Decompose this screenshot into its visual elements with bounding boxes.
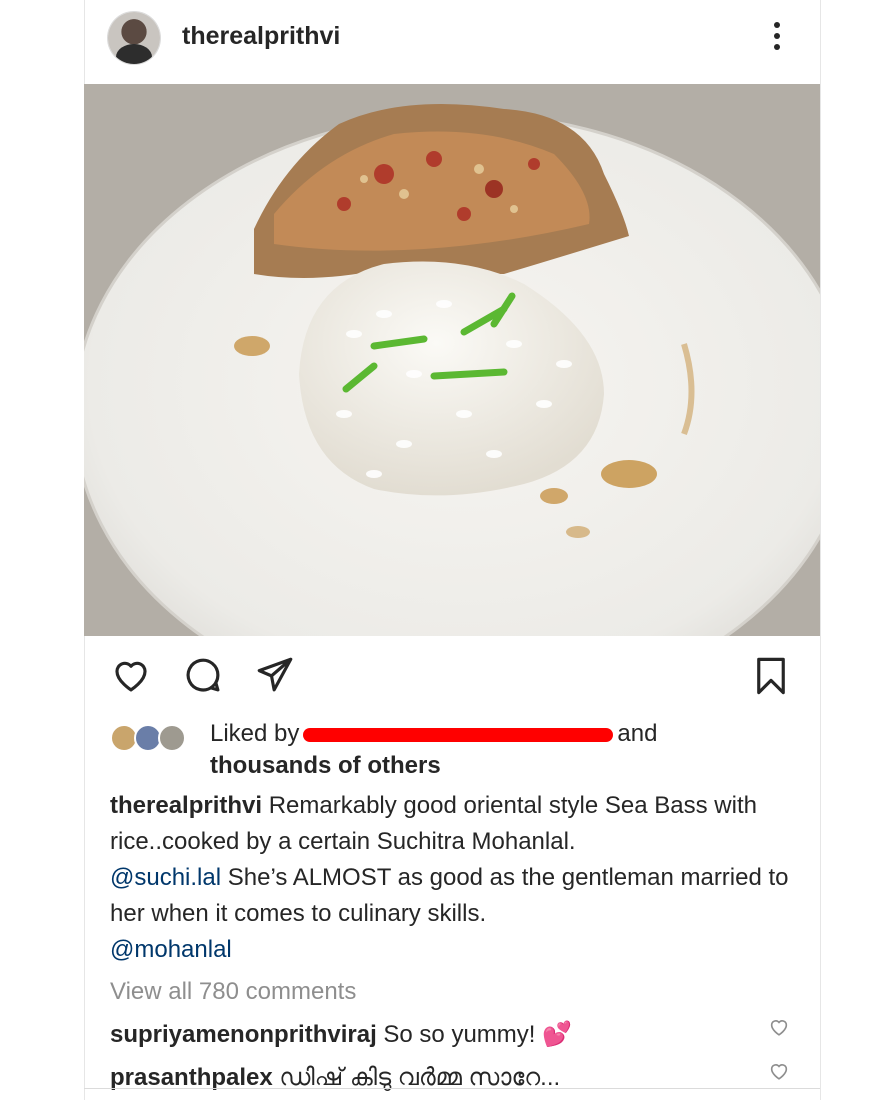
- likes-prefix: Liked by: [210, 720, 300, 747]
- send-icon[interactable]: [254, 654, 296, 701]
- mention-suchi-lal[interactable]: @suchi.lal: [110, 864, 221, 891]
- comment-text: So so yummy! 💕: [376, 1021, 572, 1048]
- liker-avatars[interactable]: [110, 724, 194, 752]
- heart-outline-icon[interactable]: [110, 654, 152, 701]
- post-caption: therealprithvi Remarkably good oriental …: [110, 788, 790, 968]
- bookmark-icon[interactable]: [750, 654, 792, 703]
- heart-outline-icon[interactable]: [768, 1060, 790, 1087]
- mention-mohanlal[interactable]: @mohanlal: [110, 936, 232, 963]
- likes-suffix: and: [617, 720, 658, 747]
- divider: [84, 1088, 820, 1089]
- view-all-comments-link[interactable]: View all 780 comments: [110, 978, 356, 1006]
- action-bar: [84, 646, 820, 706]
- comment-username[interactable]: supriyamenonprithviraj: [110, 1021, 377, 1048]
- avatar[interactable]: [108, 12, 160, 64]
- frame-right-edge: [820, 0, 821, 1100]
- post-header: therealprithvi: [84, 0, 820, 84]
- heart-outline-icon[interactable]: [768, 1016, 790, 1043]
- caption-username[interactable]: therealprithvi: [110, 792, 262, 819]
- post-username[interactable]: therealprithvi: [182, 22, 340, 51]
- comment-icon[interactable]: [182, 654, 224, 701]
- comment-item: supriyamenonprithviraj So so yummy! 💕: [110, 1020, 572, 1049]
- post-photo[interactable]: [84, 84, 820, 636]
- redacted-username: [303, 727, 614, 742]
- likes-others[interactable]: thousands of others: [210, 750, 441, 782]
- comment-username[interactable]: prasanthpalex: [110, 1064, 273, 1091]
- more-vertical-icon[interactable]: [772, 22, 782, 54]
- comment-text: ഡിഷ് കിടു വർമ്മ സാറേ...: [272, 1064, 561, 1091]
